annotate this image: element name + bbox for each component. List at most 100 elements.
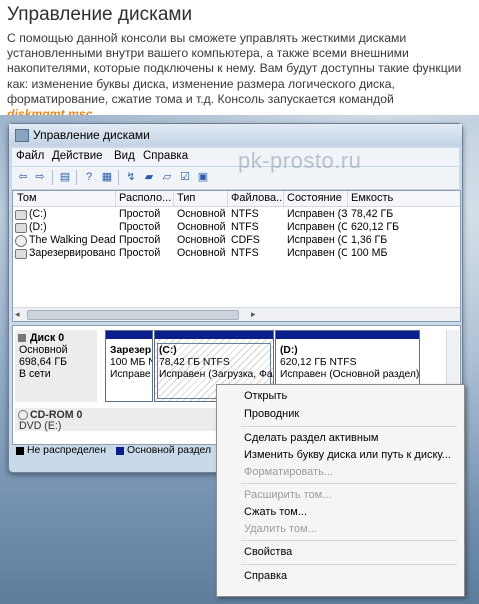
menu-file[interactable]: Файл — [16, 150, 44, 162]
legend-swatch-primary — [116, 447, 124, 455]
menu-view[interactable]: Вид — [114, 150, 135, 162]
menu-action[interactable]: Действие — [52, 150, 103, 162]
menu-item-help[interactable]: Справка — [244, 570, 287, 582]
volume-capacity: 620,12 ГБ — [351, 221, 400, 233]
article-title: Управление дисками — [7, 4, 193, 25]
cdrom0-drive: DVD (E:) — [19, 420, 62, 432]
menu-item-shrink-volume[interactable]: Сжать том... — [244, 506, 307, 518]
column-divider[interactable] — [173, 191, 174, 206]
volume-row[interactable]: Зарезервировано... Простой Основной NTFS… — [13, 247, 460, 260]
toolbar: ⇦ ⇨ ▤ ? ▦ ↯ ▰ ▱ ☑ ▣ — [12, 167, 459, 190]
column-divider[interactable] — [115, 191, 116, 206]
volume-name: (C:) — [29, 208, 47, 220]
disk0-label[interactable]: Диск 0 Основной 698,64 ГБ В сети — [15, 330, 97, 402]
volume-layout: Простой — [119, 221, 161, 233]
open-folder-icon[interactable]: ▱ — [160, 171, 174, 184]
menu-item-extend-volume: Расширить том... — [244, 489, 332, 501]
volume-fs: NTFS — [231, 208, 259, 220]
context-menu: Открыть Проводник Сделать раздел активны… — [216, 384, 465, 597]
menu-item-properties[interactable]: Свойства — [244, 546, 292, 558]
column-file-system[interactable]: Файлова... — [231, 192, 283, 204]
scroll-left-icon[interactable]: ◂ — [15, 309, 20, 320]
disk0-status: В сети — [19, 368, 51, 380]
volume-status: Исправен (О... — [287, 221, 347, 233]
volume-type: Основной — [177, 247, 226, 259]
menu-separator — [241, 540, 457, 541]
help-icon[interactable]: ? — [82, 171, 96, 184]
partition-label: (C:) — [159, 345, 177, 356]
cdrom-icon — [18, 410, 28, 420]
menu-bar: Файл Действие Вид Справка — [12, 148, 459, 166]
window-title: Управление дисками — [33, 128, 150, 142]
volume-type: Основной — [177, 208, 226, 220]
partition-size: 78,42 ГБ NTFS — [159, 357, 230, 368]
console-tree-icon[interactable]: ▤ — [58, 171, 72, 184]
menu-item-mark-active[interactable]: Сделать раздел активным — [244, 432, 378, 444]
article-text: С помощью данной консоли вы сможете упра… — [7, 31, 475, 122]
disk0-name: Диск 0 — [30, 332, 65, 344]
forward-arrow-icon[interactable]: ⇨ — [33, 171, 47, 184]
column-volume[interactable]: Том — [17, 192, 115, 204]
primary-partition-bar — [155, 331, 273, 339]
volume-capacity: 78,42 ГБ — [351, 208, 394, 220]
column-divider[interactable] — [347, 191, 348, 206]
window-titlebar[interactable]: Управление дисками — [9, 124, 462, 146]
cd-icon — [15, 235, 27, 247]
volume-name: (D:) — [29, 221, 47, 233]
primary-partition-bar — [276, 331, 419, 339]
partition-reserved[interactable]: Зарезер 100 МБ N Исправе — [105, 330, 153, 402]
legend-unallocated: Не распределен — [27, 445, 106, 456]
column-capacity[interactable]: Емкость — [351, 192, 411, 204]
column-type[interactable]: Тип — [177, 192, 227, 204]
menu-item-explorer[interactable]: Проводник — [244, 408, 299, 420]
partition-status: Исправен (Загрузка, Фай. — [159, 369, 274, 380]
toolbar-separator — [76, 170, 77, 185]
volume-row[interactable]: The Walking Dead... Простой Основной CDF… — [13, 234, 460, 247]
menu-separator — [241, 483, 457, 484]
toolbar-separator — [118, 170, 119, 185]
volume-row[interactable]: (C:) Простой Основной NTFS Исправен (З..… — [13, 208, 460, 221]
menu-item-format: Форматировать... — [244, 466, 333, 478]
partition-label: Зарезер — [110, 345, 152, 356]
partition-label: (D:) — [280, 345, 298, 356]
partition-status: Исправен (Основной раздел) — [280, 369, 420, 380]
scrollbar-thumb[interactable] — [27, 310, 239, 320]
column-status[interactable]: Состояние — [287, 192, 347, 204]
volume-status: Исправен (З... — [287, 208, 347, 220]
legend-swatch-unallocated — [16, 447, 24, 455]
view-icon[interactable]: ▣ — [196, 171, 210, 184]
menu-separator — [241, 564, 457, 565]
watermark: pk-prosto.ru — [238, 148, 362, 173]
volume-status: Исправен (О... — [287, 234, 347, 246]
connect-icon[interactable]: ↯ — [124, 171, 138, 184]
column-divider[interactable] — [227, 191, 228, 206]
disk0-type: Основной — [19, 344, 68, 356]
article-body: С помощью данной консоли вы сможете упра… — [7, 31, 462, 106]
partition-size: 620,12 ГБ NTFS — [280, 357, 357, 368]
horizontal-scrollbar[interactable]: ◂ ▸ — [13, 307, 460, 321]
check-icon[interactable]: ☑ — [178, 171, 192, 184]
volume-status: Исправен (С... — [287, 247, 347, 259]
volume-fs: CDFS — [231, 234, 260, 246]
volume-layout: Простой — [119, 208, 161, 220]
column-layout[interactable]: Располо... — [119, 192, 173, 204]
partition-size: 100 МБ N — [110, 357, 153, 368]
scroll-right-icon[interactable]: ▸ — [251, 309, 256, 320]
volume-icon — [15, 249, 27, 259]
folder-icon[interactable]: ▰ — [142, 171, 156, 184]
volume-list-header: Том Располо... Тип Файлова... Состояние … — [13, 191, 460, 207]
menu-separator — [241, 426, 457, 427]
column-divider[interactable] — [283, 191, 284, 206]
primary-partition-bar — [106, 331, 152, 339]
menu-item-change-drive-letter[interactable]: Изменить букву диска или путь к диску... — [244, 449, 451, 461]
volume-fs: NTFS — [231, 221, 259, 233]
volume-row[interactable]: (D:) Простой Основной NTFS Исправен (О..… — [13, 221, 460, 234]
volume-name: Зарезервировано... — [29, 247, 115, 259]
back-arrow-icon[interactable]: ⇦ — [16, 171, 30, 184]
menu-help[interactable]: Справка — [143, 150, 188, 162]
volume-type: Основной — [177, 221, 226, 233]
volume-list: Том Располо... Тип Файлова... Состояние … — [12, 190, 461, 322]
properties-icon[interactable]: ▦ — [100, 171, 114, 184]
disk-management-icon — [15, 129, 29, 142]
menu-item-open[interactable]: Открыть — [244, 390, 287, 402]
